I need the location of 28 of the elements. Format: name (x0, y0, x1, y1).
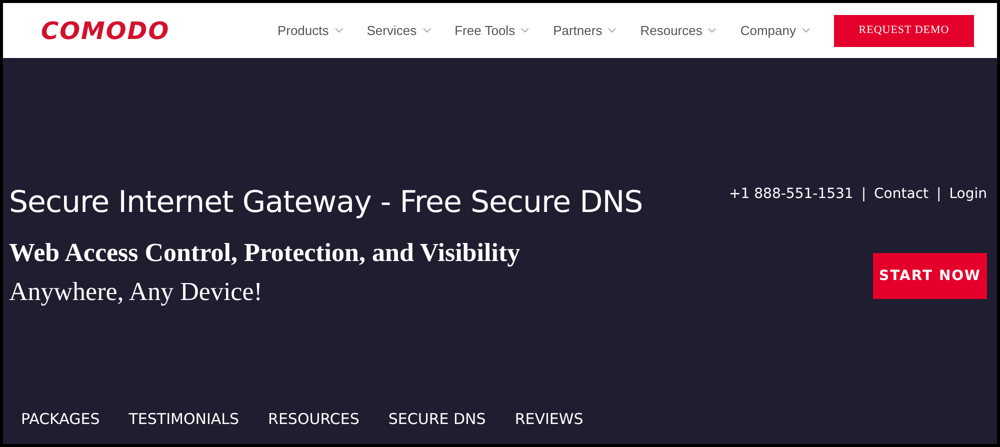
section-link[interactable]: PACKAGES (21, 408, 100, 430)
section-link[interactable]: SECURE DNS (388, 408, 486, 430)
chevron-down-icon (334, 28, 343, 33)
hero-tagline: Anywhere, Any Device! (9, 276, 264, 308)
chevron-down-icon (521, 28, 530, 33)
contact-link[interactable]: Contact (874, 184, 928, 205)
chevron-down-icon (802, 28, 810, 33)
menu-link[interactable]: Services (366, 20, 431, 40)
chevron-down-icon (708, 28, 716, 33)
separator: | (936, 185, 942, 204)
section-link[interactable]: TESTIMONIALS (128, 408, 240, 430)
hero-subtitle: Web Access Control, Protection, and Visibility (9, 237, 522, 269)
start-now-button[interactable]: START NOW (873, 253, 987, 299)
section-link[interactable]: REVIEWS (514, 408, 584, 430)
menu-link[interactable]: Free Tools (454, 20, 530, 40)
request-demo-button[interactable]: REQUEST DEMO (834, 14, 974, 46)
menu-link[interactable]: Company (740, 20, 810, 40)
menu-link[interactable]: Resources (640, 20, 716, 40)
hero-title: Secure Internet Gateway - Free Secure DNS (9, 184, 644, 222)
menu-link[interactable]: Products (277, 20, 343, 40)
phone-number: +1 888-551-1531 (729, 185, 854, 204)
menu-link[interactable]: Partners (553, 20, 616, 40)
chevron-down-icon (608, 28, 616, 33)
logo[interactable]: COMODO (41, 12, 170, 48)
chevron-down-icon (422, 28, 431, 33)
section-link[interactable]: RESOURCES (268, 408, 360, 430)
contact-link[interactable]: Login (949, 184, 987, 205)
separator: | (861, 185, 866, 204)
